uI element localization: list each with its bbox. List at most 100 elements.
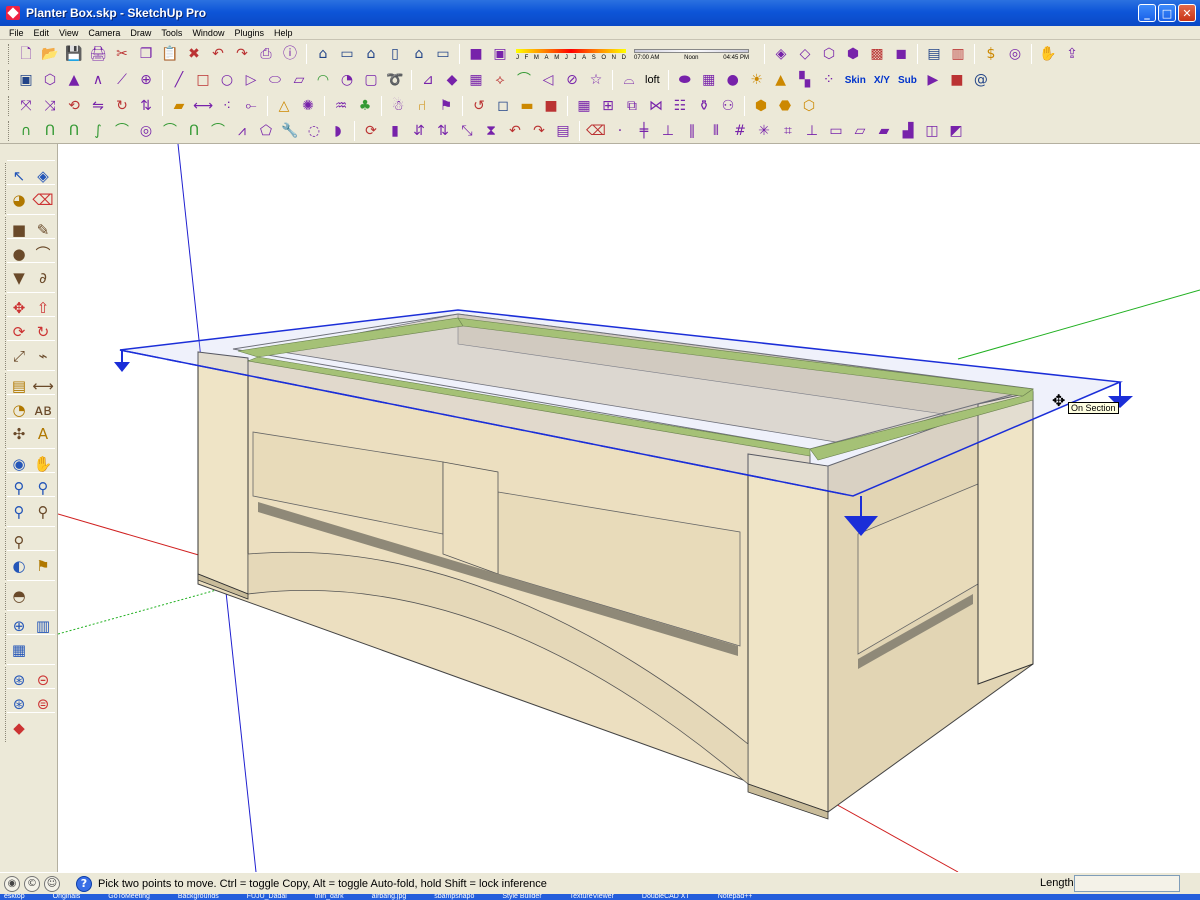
polyhedron-icon[interactable]: ⬡ xyxy=(39,69,61,91)
lathe-icon[interactable]: ⊘ xyxy=(561,69,583,91)
menu-tools[interactable]: Tools xyxy=(156,28,187,38)
hourglass-icon[interactable]: ⧗ xyxy=(480,120,502,142)
cube-outline-icon[interactable]: ◻ xyxy=(492,95,514,117)
model-info-icon[interactable]: ⓘ xyxy=(279,43,301,65)
right-view-icon[interactable]: ▯ xyxy=(384,43,406,65)
box-gold-icon[interactable]: ⬢ xyxy=(750,95,772,117)
print-icon[interactable]: 🖨 xyxy=(87,43,109,65)
left-view-icon[interactable]: ▭ xyxy=(432,43,454,65)
menu-plugins[interactable]: Plugins xyxy=(229,28,269,38)
triangle-icon[interactable]: ▷ xyxy=(240,69,262,91)
eraser-pink-icon[interactable]: ⌫ xyxy=(585,120,607,142)
parallel-icon[interactable]: ∥ xyxy=(681,120,703,142)
copy-icon[interactable]: ❐ xyxy=(135,43,157,65)
bezier-3-icon[interactable]: ᑎ xyxy=(63,120,85,142)
gem-icon[interactable]: ◆ xyxy=(441,69,463,91)
stop-icon[interactable]: ■ xyxy=(946,69,968,91)
eraser-icon[interactable]: ⌫ xyxy=(31,188,55,212)
document-icon[interactable]: ▤ xyxy=(552,120,574,142)
position-camera-icon[interactable]: ◐ xyxy=(7,554,31,578)
spiral-blue-icon[interactable]: @ xyxy=(970,69,992,91)
taskbar-item[interactable]: Notepad++ xyxy=(718,894,753,900)
undo-arc-icon[interactable]: ↶ xyxy=(504,120,526,142)
dimension-icon[interactable]: ⟷ xyxy=(192,95,214,117)
open-folder-icon[interactable]: 📂 xyxy=(39,43,61,65)
trees-icon[interactable]: ♣ xyxy=(354,95,376,117)
rotate-orange-icon[interactable]: ↺ xyxy=(468,95,490,117)
mesh-icon[interactable]: ▦ xyxy=(573,95,595,117)
grid-icon[interactable]: ▦ xyxy=(698,69,720,91)
reverse-arrows-icon[interactable]: ⇅ xyxy=(432,120,454,142)
light-icon[interactable]: ☀ xyxy=(746,69,768,91)
stack-icon[interactable]: ◩ xyxy=(945,120,967,142)
arch-icon[interactable]: ⌒ xyxy=(207,120,229,142)
taskbar-item[interactable]: DoubleCAD XT xyxy=(642,894,690,900)
box-green-icon[interactable]: ⬡ xyxy=(798,95,820,117)
freehand-icon[interactable]: ∂ xyxy=(31,266,55,290)
wireframe-icon[interactable]: ◇ xyxy=(794,43,816,65)
offset-tool-icon[interactable]: ⌁ xyxy=(31,344,55,368)
cross-mesh-icon[interactable]: ⊞ xyxy=(597,95,619,117)
cone-icon[interactable]: ◁ xyxy=(537,69,559,91)
dot-icon[interactable]: · xyxy=(609,120,631,142)
plugin-icon[interactable]: ◎ xyxy=(1004,43,1026,65)
rectangle-icon[interactable]: □ xyxy=(192,69,214,91)
previous-view-icon[interactable]: ⚲ xyxy=(31,500,55,524)
rebar-icon[interactable]: ⋈ xyxy=(645,95,667,117)
zigzag-icon[interactable]: ⩘ xyxy=(231,120,253,142)
fan-icon[interactable]: ⟡ xyxy=(489,69,511,91)
pan-hand-icon[interactable]: ✋ xyxy=(1037,43,1059,65)
joint-icon[interactable]: ⟜ xyxy=(240,95,262,117)
water-icon[interactable]: ♒ xyxy=(330,95,352,117)
sub-button[interactable]: Sub xyxy=(894,75,921,86)
date-slider[interactable] xyxy=(516,49,626,53)
time-slider[interactable] xyxy=(634,49,749,53)
section-fill-icon[interactable]: ▦ xyxy=(7,638,31,662)
loft-button[interactable]: loft xyxy=(641,74,664,86)
half-circle-icon[interactable]: ◗ xyxy=(327,120,349,142)
iso-view-icon[interactable]: ⌂ xyxy=(312,43,334,65)
redo-arc-icon[interactable]: ↷ xyxy=(528,120,550,142)
taskbar-item[interactable]: airbang.jpg xyxy=(372,894,407,900)
taskbar-item[interactable]: GoToMeeting xyxy=(108,894,150,900)
taskbar-item[interactable]: TextureViewer xyxy=(570,894,614,900)
box-split-icon[interactable]: ⬣ xyxy=(774,95,796,117)
menu-help[interactable]: Help xyxy=(269,28,298,38)
redo-icon[interactable]: ↷ xyxy=(231,43,253,65)
bridge-icon[interactable]: ⌓ xyxy=(618,69,640,91)
lasso-icon[interactable]: ◌ xyxy=(303,120,325,142)
axis-rotate-icon[interactable]: ⟲ xyxy=(63,95,85,117)
rotate-icon[interactable]: ↻ xyxy=(111,95,133,117)
bezier-2-icon[interactable]: ᑎ xyxy=(39,120,61,142)
play-icon[interactable]: ▶ xyxy=(922,69,944,91)
erase-icon[interactable]: ✖ xyxy=(183,43,205,65)
axes-tool-icon[interactable]: ✣ xyxy=(7,422,31,446)
rotate-cube-icon[interactable]: ⟳ xyxy=(360,120,382,142)
back-view-icon[interactable]: ⌂ xyxy=(408,43,430,65)
chair-icon[interactable]: ⑁ xyxy=(411,95,433,117)
printer-icon[interactable]: ⎙ xyxy=(255,43,277,65)
credits-icon[interactable]: © xyxy=(24,875,40,892)
polygon-icon[interactable]: ⬠ xyxy=(255,120,277,142)
cut-icon[interactable]: ✂ xyxy=(111,43,133,65)
floor-icon[interactable]: ⊥ xyxy=(801,120,823,142)
angle-icon[interactable]: ∧ xyxy=(87,69,109,91)
paste-icon[interactable]: 📋 xyxy=(159,43,181,65)
section-cut-icon[interactable]: ▥ xyxy=(947,43,969,65)
line-icon[interactable]: ╱ xyxy=(168,69,190,91)
ellipse-icon[interactable]: ⬭ xyxy=(264,69,286,91)
geo-location-icon[interactable]: ◉ xyxy=(4,875,20,892)
parallelogram-icon[interactable]: ▱ xyxy=(288,69,310,91)
texture-icon[interactable]: ▦ xyxy=(465,69,487,91)
taskbar-item[interactable]: Style Builder xyxy=(502,894,541,900)
taskbar-item[interactable]: sbampshapo xyxy=(434,894,474,900)
align-icon[interactable]: ⫴ xyxy=(705,120,727,142)
menu-edit[interactable]: Edit xyxy=(29,28,55,38)
spiral-circle-icon[interactable]: ◎ xyxy=(135,120,157,142)
sandbox-icon[interactable]: $ xyxy=(980,43,1002,65)
joints-icon[interactable]: ⚇ xyxy=(717,95,739,117)
minimize-button[interactable]: _ xyxy=(1138,4,1156,22)
curve-icon[interactable]: ⌒ xyxy=(513,69,535,91)
3d-viewport[interactable]: ✥ On Section xyxy=(58,144,1200,872)
undo-icon[interactable]: ↶ xyxy=(207,43,229,65)
